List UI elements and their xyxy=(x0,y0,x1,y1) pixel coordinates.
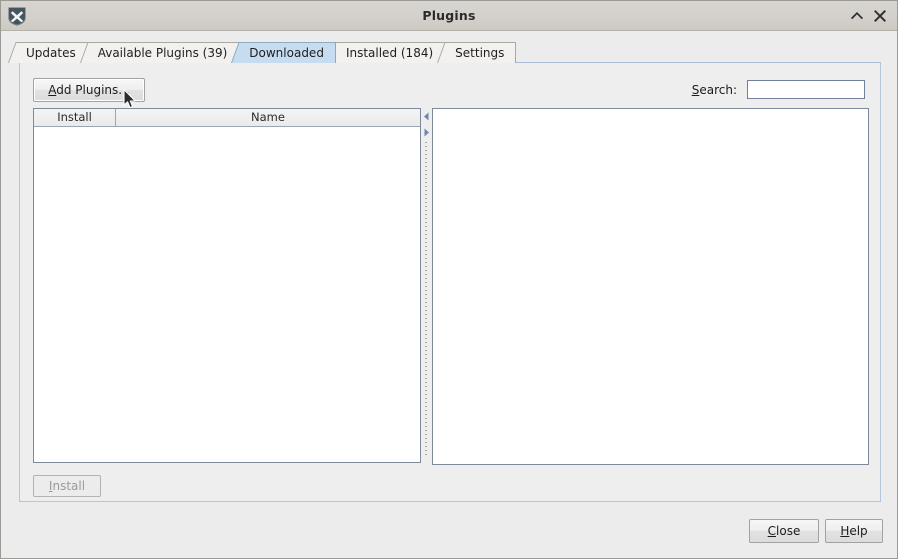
downloaded-tab-panel: Add Plugins... Search: Install Name Inst… xyxy=(19,62,881,502)
plugin-detail-pane[interactable] xyxy=(432,108,869,465)
plugins-table: Install Name xyxy=(33,108,421,463)
collapse-left-arrow-icon[interactable] xyxy=(423,112,430,121)
search-label-rest: earch: xyxy=(699,83,737,97)
table-body[interactable] xyxy=(34,127,420,462)
install-label: nstall xyxy=(52,479,86,493)
column-header-install[interactable]: Install xyxy=(34,109,116,126)
tab-label: Available Plugins (39) xyxy=(97,46,228,60)
tab-available-plugins[interactable]: Available Plugins (39) xyxy=(88,42,240,63)
search-input[interactable] xyxy=(747,80,865,99)
close-button[interactable]: Close xyxy=(749,519,819,543)
tab-label: Updates xyxy=(26,46,76,60)
window-title: Plugins xyxy=(422,8,476,23)
column-header-name[interactable]: Name xyxy=(116,109,420,126)
tab-downloaded[interactable]: Downloaded xyxy=(240,42,336,63)
tab-label: Installed (184) xyxy=(345,46,434,60)
tab-strip: Updates Available Plugins (39) Downloade… xyxy=(17,41,517,63)
add-plugins-label: dd Plugins... xyxy=(56,83,130,97)
split-pane-divider[interactable] xyxy=(422,108,431,467)
collapse-right-arrow-icon[interactable] xyxy=(423,128,430,137)
tab-label: Settings xyxy=(455,46,505,60)
help-label: elp xyxy=(849,524,868,538)
tab-settings[interactable]: Settings xyxy=(446,42,517,63)
help-mnemonic: H xyxy=(840,524,850,538)
title-bar: Plugins xyxy=(1,1,897,31)
close-label: lose xyxy=(776,524,801,538)
chevron-up-icon[interactable] xyxy=(849,8,865,24)
close-mnemonic: C xyxy=(767,524,777,538)
divider-grip xyxy=(425,142,427,458)
search-label: Search: xyxy=(692,83,737,97)
add-plugins-button[interactable]: Add Plugins... xyxy=(33,78,145,102)
plugins-window: Plugins Updates Available Plugins (39) D… xyxy=(0,0,898,559)
table-header-row: Install Name xyxy=(34,109,420,127)
help-button[interactable]: Help xyxy=(825,519,883,543)
close-x-icon[interactable] xyxy=(872,8,888,24)
split-pane: Install Name xyxy=(33,108,869,467)
tab-installed[interactable]: Installed (184) xyxy=(336,42,446,63)
install-button[interactable]: Install xyxy=(33,475,101,497)
tab-label: Downloaded xyxy=(249,46,324,60)
tab-updates[interactable]: Updates xyxy=(17,42,88,63)
